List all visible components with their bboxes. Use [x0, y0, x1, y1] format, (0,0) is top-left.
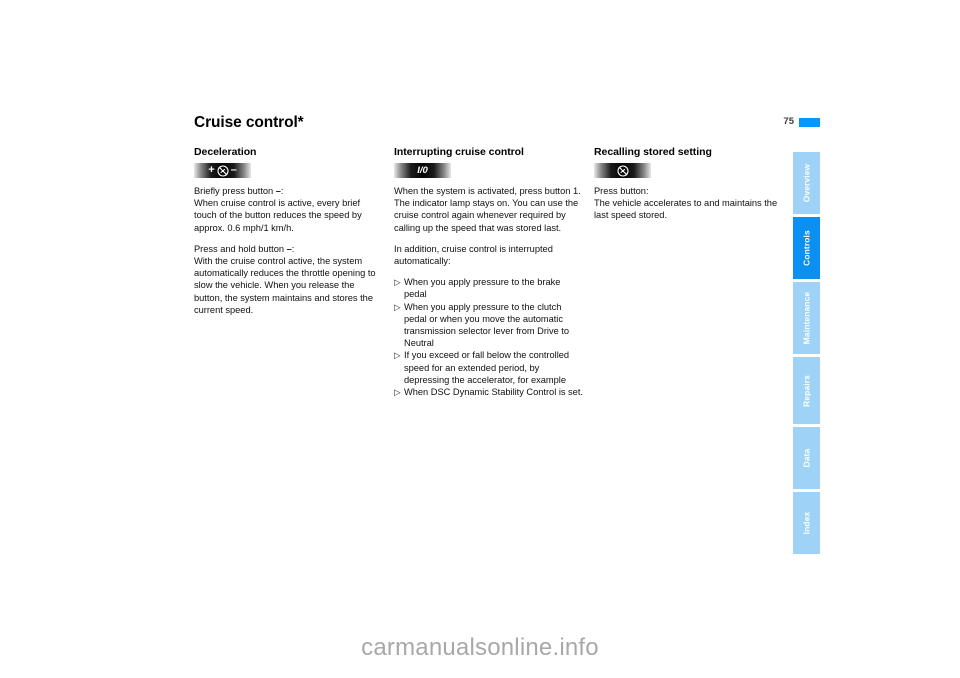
sidebar-item-controls[interactable]: Controls — [793, 217, 820, 279]
press-hold-colon: : — [291, 243, 295, 254]
page-header: Cruise control* 75 — [194, 114, 820, 138]
section-heading-recalling: Recalling stored setting — [594, 146, 712, 158]
cruise-plus-minus-button-pictogram: + – — [194, 163, 251, 178]
sidebar-item-maintenance[interactable]: Maintenance — [793, 282, 820, 354]
list-item: ▷ When DSC Dynamic Stability Control is s… — [394, 386, 584, 398]
paragraph-press-and-hold: Press and hold button –: With the cruise … — [194, 243, 384, 316]
list-item-label: If you exceed or fall below the controll… — [404, 350, 570, 385]
press-hold-lead: Press and hold button — [194, 243, 285, 254]
triangle-bullet-icon: ▷ — [394, 387, 401, 398]
paragraph-interrupted-automatically: In addition, cruise control is interrupt… — [394, 243, 553, 267]
cruise-control-icon — [217, 164, 229, 177]
cruise-control-icon — [616, 164, 629, 177]
column-interrupting-cruise-control: Interrupting cruise control I/0 When the… — [394, 146, 584, 398]
list-item-label: When you apply pressure to the brake ped… — [404, 277, 561, 300]
section-heading-interrupting: Interrupting cruise control — [394, 146, 524, 158]
sidebar-item-label: Repairs — [801, 374, 811, 407]
press-hold-body: With the cruise control active, the syst… — [194, 256, 376, 315]
press-button-body: The vehicle accelerates to and maintains… — [594, 198, 778, 221]
paragraph-press-button: Press button: The vehicle accelerates to … — [594, 185, 784, 222]
triangle-bullet-icon: ▷ — [394, 350, 401, 361]
sidebar-item-label: Controls — [801, 230, 811, 266]
brief-press-body: When cruise control is active, every bri… — [194, 198, 362, 233]
sidebar-item-repairs[interactable]: Repairs — [793, 357, 820, 424]
interruption-conditions-list: ▷ When you apply pressure to the brake pe… — [394, 276, 584, 398]
column-recalling-stored-setting: Recalling stored setting Press button: Th… — [594, 146, 784, 222]
paragraph-system-activated: When the system is activated, press butt… — [394, 186, 581, 233]
sidebar-item-label: Maintenance — [801, 291, 811, 345]
section-heading-deceleration: Deceleration — [194, 146, 257, 158]
page-title: Cruise control* — [194, 114, 304, 131]
sidebar-item-label: Data — [801, 448, 811, 468]
paragraph-brief-press: Briefly press button –: When cruise contr… — [194, 185, 384, 234]
brief-press-lead: Briefly press button — [194, 186, 274, 196]
sidebar-item-index[interactable]: Index — [793, 492, 820, 554]
io-button-pictogram: I/0 — [394, 163, 451, 178]
page-number: 75 — [783, 116, 794, 127]
list-item-label: When you apply pressure to the clutch pe… — [404, 301, 570, 349]
triangle-bullet-icon: ▷ — [394, 277, 401, 288]
io-label: I/0 — [417, 164, 428, 176]
side-navigation-tabs: Overview Controls Maintenance Repairs Da… — [793, 152, 820, 557]
column-deceleration: Deceleration + – Briefly press button –:… — [194, 146, 384, 316]
sidebar-item-overview[interactable]: Overview — [793, 152, 820, 214]
sidebar-item-data[interactable]: Data — [793, 427, 820, 489]
page-number-accent-bar — [799, 118, 820, 127]
triangle-bullet-icon: ▷ — [394, 301, 401, 312]
sidebar-item-label: Index — [801, 511, 811, 535]
list-item: ▷ When you apply pressure to the brake pe… — [394, 276, 584, 300]
watermark: carmanualsonline.info — [361, 634, 599, 661]
press-button-lead: Press button: — [594, 186, 649, 196]
list-item: ▷ When you apply pressure to the clutch p… — [394, 301, 584, 350]
list-item: ▷ If you exceed or fall below the control… — [394, 349, 584, 386]
cruise-resume-button-pictogram — [594, 163, 651, 178]
sidebar-item-label: Overview — [801, 163, 811, 203]
plus-icon: + — [208, 164, 215, 176]
brief-press-colon: : — [280, 186, 284, 196]
minus-icon: – — [230, 164, 237, 176]
list-item-label: When DSC Dynamic Stability Control is se… — [404, 387, 583, 398]
